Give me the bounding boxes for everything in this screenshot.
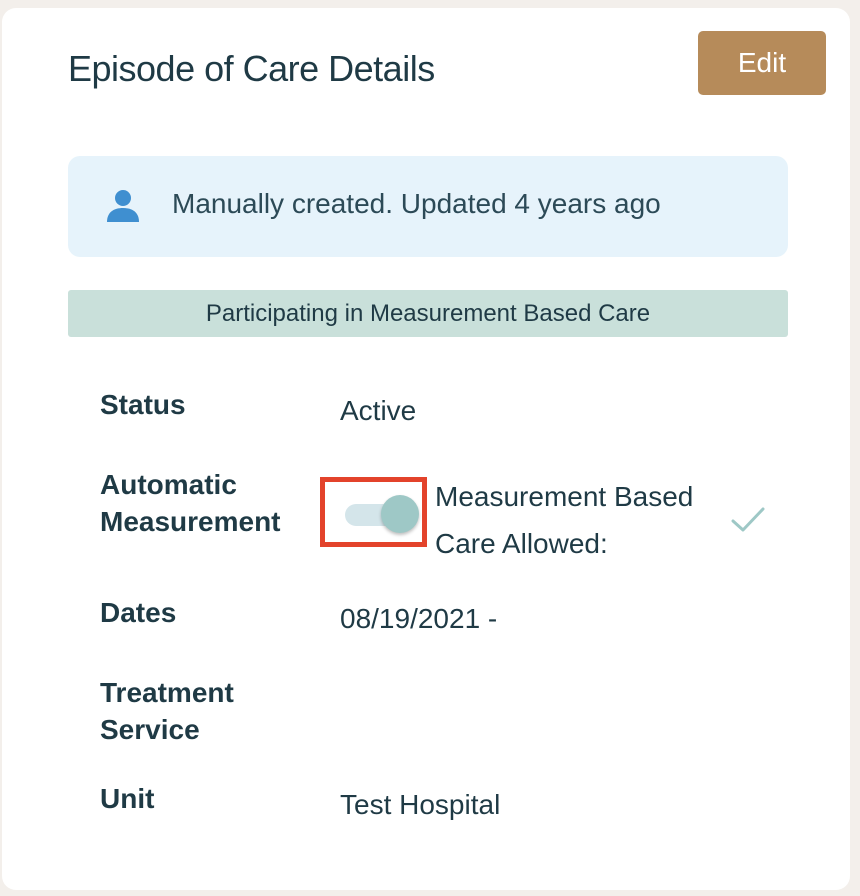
person-icon — [107, 190, 139, 222]
unit-value: Test Hospital — [340, 789, 501, 820]
automatic-label-line1: Automatic — [100, 469, 237, 500]
automatic-measurement-toggle[interactable] — [345, 495, 419, 533]
toggle-highlight — [320, 477, 427, 547]
info-banner: Manually created. Updated 4 years ago — [68, 156, 788, 257]
mbc-allowed-label: Measurement Based Care Allowed: — [435, 473, 725, 567]
automatic-label-line2: Measurement — [100, 506, 281, 537]
page-title: Episode of Care Details — [68, 48, 435, 89]
mbc-allowed-line2: Care Allowed: — [435, 528, 608, 559]
info-text: Manually created. Updated 4 years ago — [172, 188, 661, 219]
treatment-service-label: Treatment Service — [100, 674, 234, 748]
automatic-measurement-label: Automatic Measurement — [100, 466, 281, 540]
mbc-allowed-line1: Measurement Based — [435, 481, 694, 512]
edit-button[interactable]: Edit — [698, 31, 826, 95]
treatment-label-line1: Treatment — [100, 677, 234, 708]
mbc-participation-banner: Participating in Measurement Based Care — [68, 290, 788, 337]
treatment-label-line2: Service — [100, 714, 200, 745]
status-label: Status — [100, 389, 186, 420]
unit-label: Unit — [100, 783, 155, 814]
status-value: Active — [340, 395, 417, 426]
dates-label: Dates — [100, 597, 177, 628]
check-icon — [731, 507, 765, 532]
dates-value: 08/19/2021 - — [340, 603, 498, 634]
toggle-knob[interactable] — [381, 495, 419, 533]
episode-of-care-card: Episode of Care Details Edit Manually cr… — [2, 8, 850, 890]
